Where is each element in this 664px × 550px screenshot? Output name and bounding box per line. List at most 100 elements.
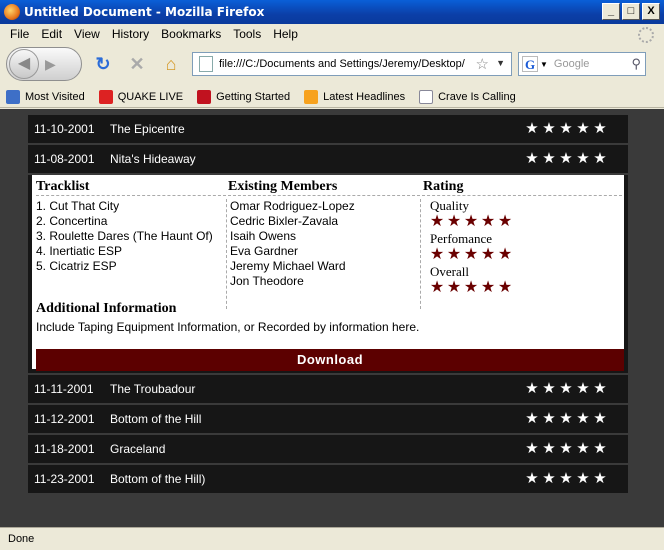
star-icon: ★ — [525, 150, 539, 167]
members-heading: Existing Members — [228, 179, 338, 194]
star-icon[interactable]: ★ — [463, 214, 479, 230]
member-item: Cedric Bixler-Zavala — [230, 214, 339, 228]
show-row-expanded[interactable]: 11-08-2001 Nita's Hideaway ★ ★ ★ ★ ★ — [28, 145, 628, 173]
show-row[interactable]: 11-11-2001 The Troubadour ★ ★ ★ ★ ★ — [28, 375, 628, 403]
member-item: Jeremy Michael Ward — [230, 259, 346, 273]
back-forward-group: ◀ ▶ — [6, 47, 82, 81]
star-icon: ★ — [542, 410, 556, 427]
page-icon — [419, 89, 434, 104]
show-rating: ★ ★ ★ ★ ★ — [524, 411, 608, 426]
star-icon[interactable]: ★ — [463, 247, 479, 263]
column-divider — [226, 199, 227, 309]
status-text: Done — [8, 533, 35, 545]
show-venue: The Troubadour — [110, 382, 196, 396]
star-icon[interactable]: ★ — [480, 214, 496, 230]
google-engine-icon[interactable]: G — [522, 56, 538, 72]
star-icon: ★ — [576, 470, 590, 487]
tracklist-heading: Tracklist — [36, 179, 90, 194]
page-content: 11-10-2001 The Epicentre ★ ★ ★ ★ ★ 11-08-200… — [0, 109, 664, 527]
star-icon: ★ — [593, 120, 607, 137]
star-icon[interactable]: ★ — [429, 214, 445, 230]
track-item: 1. Cut That City — [36, 199, 120, 213]
column-divider — [420, 199, 421, 309]
star-icon[interactable]: ★ — [429, 247, 445, 263]
star-icon[interactable]: ★ — [480, 280, 496, 296]
bookmark-getting-started[interactable]: Getting Started — [197, 89, 290, 104]
maximize-button[interactable]: □ — [622, 3, 640, 20]
menu-bookmarks[interactable]: Bookmarks — [155, 27, 227, 41]
download-button[interactable]: Download — [36, 349, 624, 371]
show-date: 11-11-2001 — [34, 382, 94, 396]
track-item: 3. Roulette Dares (The Haunt Of) — [36, 229, 213, 243]
close-button[interactable]: X — [642, 3, 660, 20]
window-title: Untitled Document - Mozilla Firefox — [24, 5, 265, 19]
bookmark-most-visited[interactable]: Most Visited — [6, 89, 85, 104]
engine-dropdown-icon[interactable]: ▼ — [540, 60, 548, 69]
show-row[interactable]: 11-10-2001 The Epicentre ★ ★ ★ ★ ★ — [28, 115, 628, 143]
star-icon[interactable]: ★ — [497, 214, 513, 230]
bookmark-crave-is-calling[interactable]: Crave Is Calling — [419, 89, 516, 104]
star-icon: ★ — [559, 380, 573, 397]
url-dropdown-icon[interactable]: ▼ — [496, 58, 505, 68]
star-icon[interactable]: ★ — [480, 247, 496, 263]
star-icon: ★ — [542, 440, 556, 457]
star-icon[interactable]: ★ — [429, 280, 445, 296]
menu-edit[interactable]: Edit — [35, 27, 68, 41]
search-bar[interactable]: G ▼ Google ⚲ — [518, 52, 646, 76]
home-button[interactable]: ⌂ — [158, 51, 184, 77]
menu-tools[interactable]: Tools — [227, 27, 267, 41]
stop-button[interactable]: ✕ — [124, 51, 150, 77]
show-row[interactable]: 11-23-2001 Bottom of the Hill) ★ ★ ★ ★ ★ — [28, 465, 628, 493]
star-icon[interactable]: ★ — [446, 280, 462, 296]
minimize-button[interactable]: _ — [602, 3, 620, 20]
menu-bar: File Edit View History Bookmarks Tools H… — [0, 24, 664, 44]
member-item: Jon Theodore — [230, 274, 304, 288]
menu-help[interactable]: Help — [267, 27, 304, 41]
track-item: 5. Cicatriz ESP — [36, 259, 117, 273]
overall-rating[interactable]: ★ ★ ★ ★ ★ — [429, 280, 513, 296]
show-date: 11-18-2001 — [34, 442, 95, 456]
star-icon: ★ — [576, 150, 590, 167]
show-list: 11-10-2001 The Epicentre ★ ★ ★ ★ ★ 11-08-200… — [28, 115, 628, 495]
star-icon[interactable]: ★ — [497, 280, 513, 296]
show-row[interactable]: 11-18-2001 Graceland ★ ★ ★ ★ ★ — [28, 435, 628, 463]
reload-button[interactable]: ↻ — [90, 51, 116, 77]
search-input[interactable]: Google — [554, 58, 589, 70]
star-icon: ★ — [525, 380, 539, 397]
star-icon: ★ — [525, 440, 539, 457]
member-item: Omar Rodriguez-Lopez — [230, 199, 355, 213]
bookmark-label: QUAKE LIVE — [117, 90, 184, 103]
menu-view[interactable]: View — [68, 27, 106, 41]
star-icon: ★ — [559, 440, 573, 457]
track-item: 2. Concertina — [36, 214, 108, 228]
show-row[interactable]: 11-12-2001 Bottom of the Hill ★ ★ ★ ★ ★ — [28, 405, 628, 433]
quake-live-icon — [98, 89, 113, 104]
back-button[interactable]: ◀ — [9, 49, 39, 79]
show-date: 11-12-2001 — [34, 412, 95, 426]
bookmark-star-icon[interactable]: ☆ — [476, 55, 489, 73]
star-icon: ★ — [576, 410, 590, 427]
bookmark-quake-live[interactable]: QUAKE LIVE — [98, 89, 184, 104]
show-rating: ★ ★ ★ ★ ★ — [524, 471, 608, 486]
bookmark-latest-headlines[interactable]: Latest Headlines — [304, 89, 406, 104]
star-icon: ★ — [559, 410, 573, 427]
star-icon[interactable]: ★ — [446, 214, 462, 230]
rss-feed-icon — [304, 89, 319, 104]
star-icon[interactable]: ★ — [446, 247, 462, 263]
tracklist: 1. Cut That City 2. Concertina 3. Roulet… — [36, 199, 213, 274]
star-icon[interactable]: ★ — [497, 247, 513, 263]
performance-rating[interactable]: ★ ★ ★ ★ ★ — [429, 247, 513, 263]
search-icon[interactable]: ⚲ — [631, 56, 641, 72]
star-icon: ★ — [593, 410, 607, 427]
show-venue: Bottom of the Hill) — [110, 472, 206, 486]
menu-file[interactable]: File — [4, 27, 35, 41]
bookmark-label: Latest Headlines — [323, 90, 406, 103]
star-icon[interactable]: ★ — [463, 280, 479, 296]
additional-info-heading: Additional Information — [36, 301, 177, 316]
show-rating: ★ ★ ★ ★ ★ — [524, 441, 608, 456]
url-bar[interactable]: file:///C:/Documents and Settings/Jeremy… — [192, 52, 512, 76]
forward-button[interactable]: ▶ — [45, 56, 56, 73]
quality-rating[interactable]: ★ ★ ★ ★ ★ — [429, 214, 513, 230]
menu-history[interactable]: History — [106, 27, 155, 41]
url-text[interactable]: file:///C:/Documents and Settings/Jeremy… — [219, 58, 469, 70]
